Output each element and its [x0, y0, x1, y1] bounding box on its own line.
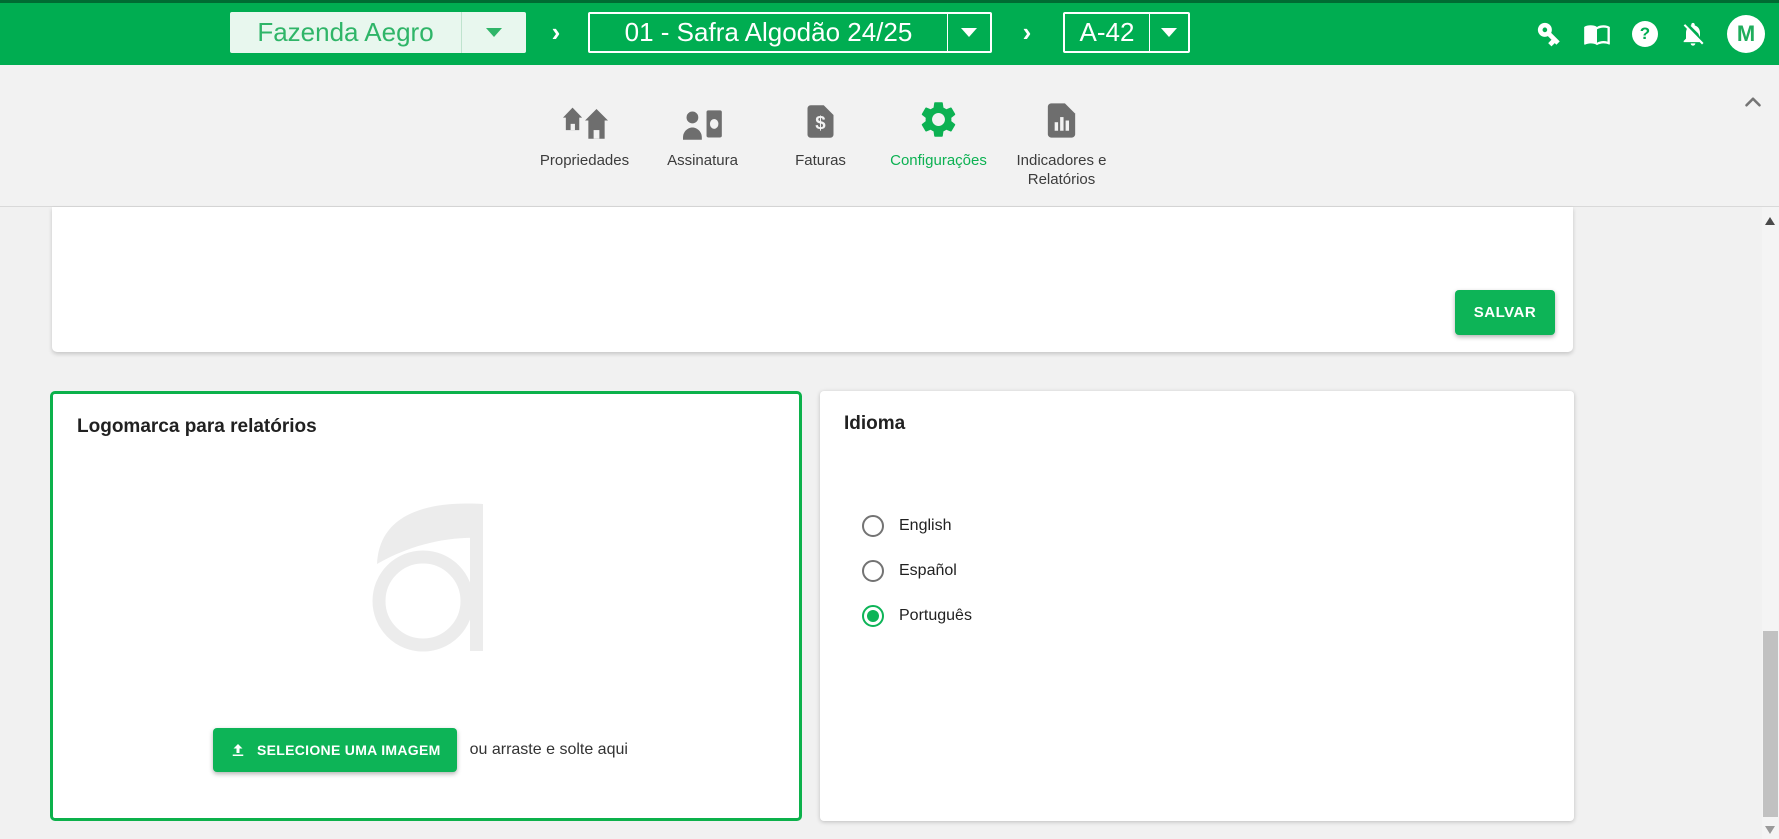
gear-icon [917, 93, 960, 141]
subscription-icon [683, 93, 723, 141]
caret-down-icon [961, 28, 977, 37]
help-icon[interactable]: ? [1631, 20, 1659, 48]
notifications-off-icon[interactable] [1679, 20, 1707, 48]
caret-down-icon [486, 28, 502, 37]
section-toolbar: Propriedades Assinatura $ Faturas [0, 65, 1779, 207]
tab-label: Configurações [890, 151, 987, 170]
radio-label: Español [899, 562, 957, 580]
radio-portugues[interactable]: Português [862, 604, 972, 628]
help-glyph: ? [1632, 21, 1658, 47]
season-selector[interactable]: 01 - Safra Algodão 24/25 [588, 12, 992, 53]
radio-espanol[interactable]: Español [862, 559, 972, 583]
radio-button-selected-icon[interactable] [862, 605, 884, 627]
farm-selector[interactable]: Fazenda Aegro [230, 12, 526, 53]
report-document-icon [1041, 93, 1082, 141]
settings-form-card: SALVAR [52, 207, 1573, 352]
radio-button-icon[interactable] [862, 515, 884, 537]
avatar[interactable]: M [1727, 15, 1765, 53]
houses-icon [562, 93, 608, 141]
svg-text:$: $ [815, 112, 826, 133]
tab-faturas[interactable]: $ Faturas [762, 65, 880, 206]
field-selector-label: A-42 [1065, 14, 1149, 51]
tab-label: Assinatura [667, 151, 738, 170]
tab-label: Faturas [795, 151, 846, 170]
upload-row: SELECIONE UMA IMAGEM ou arraste e solte … [213, 728, 628, 772]
upload-icon [229, 741, 247, 759]
select-image-button-label: SELECIONE UMA IMAGEM [257, 742, 441, 758]
appbar-actions: ? M [1535, 3, 1765, 65]
tab-label: Propriedades [540, 151, 629, 170]
field-selector[interactable]: A-42 [1063, 12, 1190, 53]
radio-button-icon[interactable] [862, 560, 884, 582]
farm-selector-label: Fazenda Aegro [230, 12, 461, 53]
scrollbar-thumb[interactable] [1763, 631, 1778, 817]
breadcrumb-separator: › [1017, 0, 1037, 65]
language-card: Idioma English Español Português [820, 391, 1574, 821]
key-icon[interactable] [1535, 20, 1563, 48]
logo-upload-card[interactable]: Logomarca para relatórios SELECIONE UMA … [50, 391, 802, 821]
tab-configuracoes[interactable]: Configurações [880, 65, 998, 206]
aegro-logo-watermark [365, 496, 489, 656]
tab-label: Indicadores e Relatórios [1002, 151, 1122, 189]
caret-down-icon [1161, 28, 1177, 37]
radio-english[interactable]: English [862, 514, 972, 538]
season-selector-label: 01 - Safra Algodão 24/25 [590, 14, 947, 51]
logo-card-title: Logomarca para relatórios [77, 416, 317, 438]
toolbar-tabs: Propriedades Assinatura $ Faturas [0, 65, 1715, 206]
select-image-button[interactable]: SELECIONE UMA IMAGEM [213, 728, 457, 772]
radio-label: English [899, 517, 951, 535]
radio-label: Português [899, 607, 972, 625]
tab-assinatura[interactable]: Assinatura [644, 65, 762, 206]
chevron-up-icon [1740, 89, 1766, 115]
save-button[interactable]: SALVAR [1455, 290, 1555, 335]
breadcrumb-separator: › [546, 0, 566, 65]
field-caret[interactable] [1150, 14, 1188, 51]
season-caret[interactable] [948, 14, 990, 51]
vertical-scrollbar[interactable] [1762, 207, 1779, 839]
farm-caret[interactable] [462, 12, 526, 53]
scroll-down-arrow-icon[interactable] [1765, 826, 1775, 834]
scroll-up-arrow-icon[interactable] [1765, 217, 1775, 225]
invoice-icon: $ [801, 93, 840, 141]
language-radio-group: English Español Português [862, 514, 972, 628]
guide-book-icon[interactable] [1583, 20, 1611, 48]
tab-propriedades[interactable]: Propriedades [526, 65, 644, 206]
app-header: Fazenda Aegro › 01 - Safra Algodão 24/25… [0, 0, 1779, 65]
tab-indicadores-relatorios[interactable]: Indicadores e Relatórios [998, 65, 1126, 206]
collapse-toolbar-button[interactable] [1739, 88, 1767, 116]
drag-drop-hint: ou arraste e solte aqui [470, 741, 628, 759]
language-card-title: Idioma [844, 413, 905, 435]
